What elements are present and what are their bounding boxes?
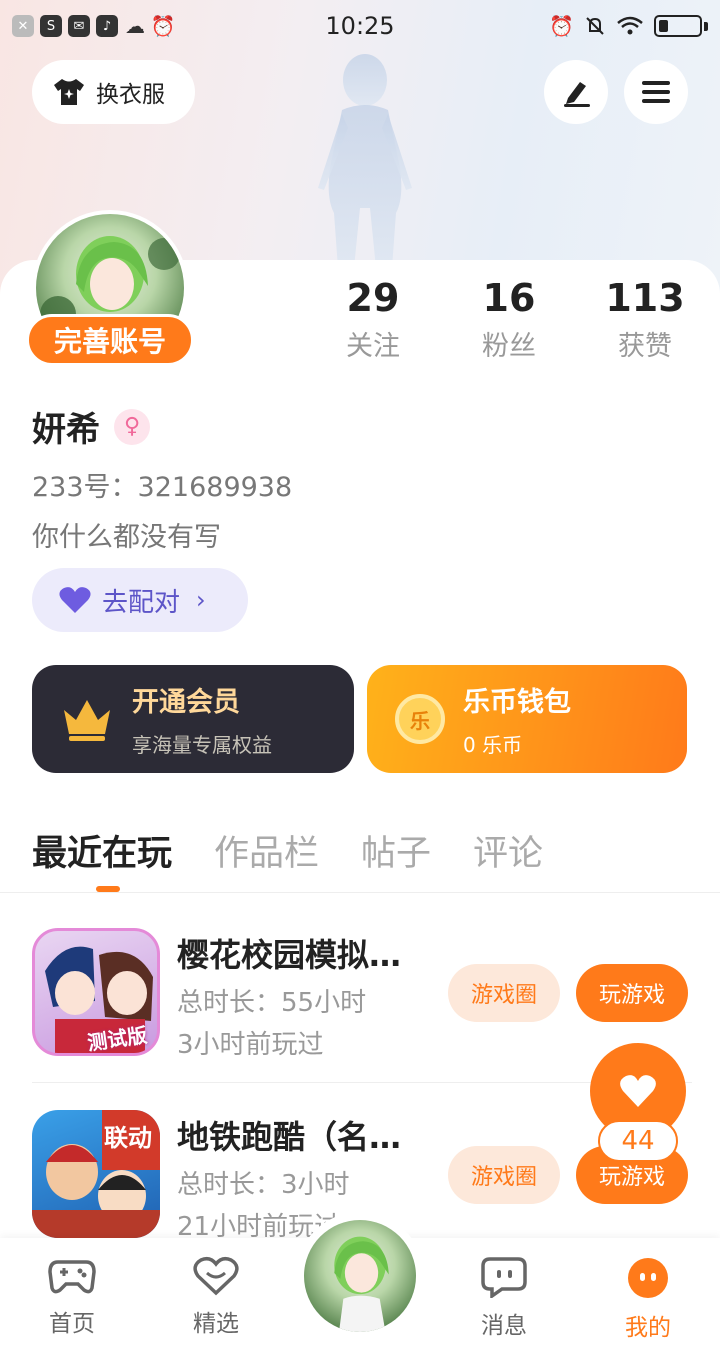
wallet-promo-card[interactable]: 乐 乐币钱包 0 乐币: [367, 665, 687, 773]
match-label: 去配对: [102, 587, 181, 618]
chat-icon: [481, 1257, 527, 1300]
tab-works[interactable]: 作品栏: [214, 825, 319, 876]
tab-comments[interactable]: 评论: [473, 825, 543, 876]
hamburger-icon: [642, 81, 670, 103]
nav-label: 精选: [193, 1311, 239, 1337]
nav-home[interactable]: 首页: [22, 1256, 122, 1338]
alarm-icon: ⏰: [549, 14, 574, 38]
stat-value: 16: [482, 276, 536, 320]
vip-subtitle: 享海量专属权益: [132, 733, 272, 757]
game-name: 樱花校园模拟…: [177, 936, 402, 974]
nav-me[interactable]: 我的: [598, 1256, 698, 1342]
nav-center-avatar[interactable]: [296, 1212, 424, 1340]
game-circle-button[interactable]: 游戏圈: [448, 964, 560, 1022]
profile-stats: 29 关注 16 粉丝 113 获赞: [305, 276, 715, 363]
stat-label: 获赞: [618, 331, 672, 362]
avatar-image: [304, 1220, 416, 1332]
uid-label: 233号：: [32, 472, 138, 503]
music-icon: ♪: [96, 15, 118, 37]
stat-label: 粉丝: [482, 331, 536, 362]
tshirt-icon: [54, 79, 84, 105]
gamepad-icon: [48, 1260, 96, 1294]
username: 妍希 ♀: [32, 402, 150, 451]
stat-following[interactable]: 29 关注: [305, 276, 441, 363]
game-duration: 总时长：55小时: [177, 988, 367, 1018]
nav-label: 首页: [49, 1311, 95, 1337]
nav-messages[interactable]: 消息: [454, 1256, 554, 1340]
crown-icon: [64, 700, 110, 741]
stat-likes[interactable]: 113 获赞: [577, 276, 713, 363]
vip-title: 开通会员: [132, 687, 240, 718]
avatar-figure: [318, 54, 412, 268]
match-button[interactable]: 去配对 ›: [32, 568, 248, 632]
heart-outline-icon: [193, 1256, 239, 1296]
heart-icon: [59, 587, 91, 613]
play-game-button[interactable]: 玩游戏: [576, 964, 688, 1022]
chevron-right-icon: ›: [196, 586, 206, 614]
x-icon: ✕: [12, 15, 34, 37]
tab-posts[interactable]: 帖子: [361, 825, 431, 876]
game-circle-button[interactable]: 游戏圈: [448, 1146, 560, 1204]
alarm-icon: ⏰: [150, 14, 176, 38]
s-icon: S: [40, 15, 62, 37]
nav-label: 我的: [625, 1315, 671, 1341]
nav-featured[interactable]: 精选: [166, 1256, 266, 1338]
like-count: 44: [598, 1120, 678, 1162]
game-badge: 联动: [104, 1124, 152, 1152]
cloud-icon: ☁: [125, 14, 145, 38]
menu-button[interactable]: [624, 60, 688, 124]
game-icon: 联动: [32, 1110, 160, 1238]
stat-value: 113: [605, 276, 685, 320]
divider: [0, 892, 720, 893]
edit-profile-button[interactable]: [544, 60, 608, 124]
game-row[interactable]: 测试版 樱花校园模拟… 总时长：55小时 3小时前玩过 游戏圈 玩游戏: [32, 928, 692, 1060]
game-duration: 总时长：3小时: [177, 1170, 350, 1200]
coin-icon: 乐: [395, 694, 445, 744]
tab-recently-played[interactable]: 最近在玩: [32, 825, 172, 876]
username-text: 妍希: [32, 410, 100, 450]
game-last-played: 3小时前玩过: [177, 1030, 324, 1060]
stat-value: 29: [346, 276, 400, 320]
stat-label: 关注: [346, 331, 400, 362]
female-icon: ♀: [114, 408, 150, 445]
dress-up-label: 换衣服: [96, 82, 165, 108]
me-icon: [628, 1258, 668, 1298]
bio-text: 你什么都没有写: [32, 522, 221, 553]
mute-icon: [586, 17, 604, 35]
status-bar: ✕ S ✉ ♪ ☁ ⏰ 10:25 ⏰: [0, 0, 720, 52]
battery-icon: [654, 15, 702, 37]
game-name: 地铁跑酷（名…: [177, 1118, 402, 1156]
game-icon: 测试版: [32, 928, 160, 1056]
wallet-title: 乐币钱包: [463, 687, 571, 718]
heart-icon: [620, 1075, 656, 1107]
uid-value: 321689938: [137, 472, 293, 503]
complete-account-badge[interactable]: 完善账号: [26, 314, 194, 366]
wifi-icon: [617, 16, 643, 35]
user-id: 233号：321689938: [32, 465, 292, 504]
stat-followers[interactable]: 16 粉丝: [441, 276, 577, 363]
content-tabs: 最近在玩 作品栏 帖子 评论: [32, 825, 543, 876]
nav-label: 消息: [481, 1313, 527, 1339]
dress-up-button[interactable]: 换衣服: [32, 60, 195, 124]
wallet-subtitle: 0 乐币: [463, 733, 523, 757]
pen-icon: [564, 82, 590, 107]
vip-promo-card[interactable]: 开通会员 享海量专属权益: [32, 665, 354, 773]
mail-icon: ✉: [68, 15, 90, 37]
